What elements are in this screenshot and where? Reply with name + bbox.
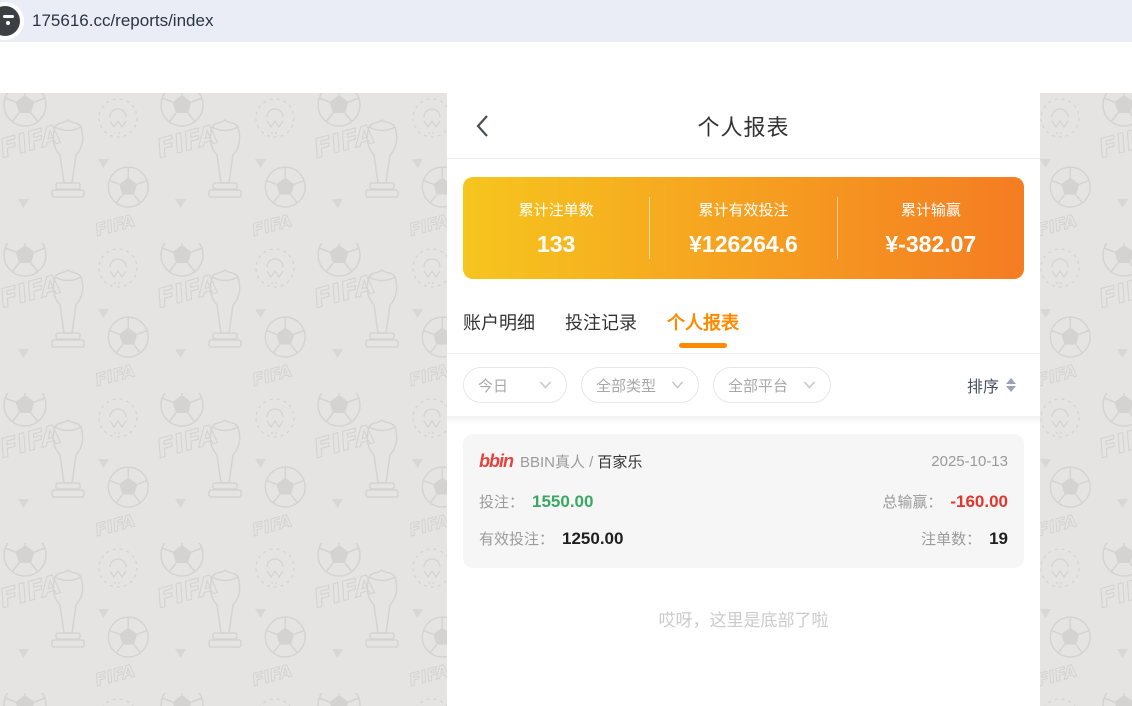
provider-name: BBIN真人 / [520,451,593,472]
bbin-logo-icon: bbin [479,451,513,472]
filter-bar-shadow [447,416,1040,425]
valid-bet-value: 1250.00 [562,529,623,549]
platform-filter-dropdown[interactable]: 全部平台 [713,367,831,403]
report-record-row[interactable]: bbin BBIN真人 / 百家乐 2025-10-13 投注： 1550.00… [463,434,1024,568]
end-of-list-message: 哎呀，这里是底部了啦 [447,606,1040,631]
report-panel: 个人报表 累计注单数 133 累计有效投注 ¥126264.6 累计输赢 ¥-3… [447,93,1040,706]
bet-count-label: 注单数： [921,528,981,549]
type-filter-value: 全部类型 [596,375,656,396]
summary-item: 累计有效投注 ¥126264.6 [650,177,836,279]
summary-card: 累计注单数 133 累计有效投注 ¥126264.6 累计输赢 ¥-382.07 [463,177,1024,279]
page-top-strip [0,42,1132,93]
bet-value: 1550.00 [532,492,593,512]
summary-item: 累计输赢 ¥-382.07 [838,177,1024,279]
browser-address-bar[interactable]: 175616.cc/reports/index [0,0,1132,42]
tab-bar: 账户明细 投注记录 个人报表 [447,309,1040,354]
summary-item: 累计注单数 133 [463,177,649,279]
summary-label: 累计输赢 [901,199,961,220]
date-filter-dropdown[interactable]: 今日 [463,367,567,403]
bet-count-value: 19 [989,529,1008,549]
summary-label: 累计注单数 [519,199,594,220]
summary-value: ¥-382.07 [885,231,976,258]
page-title: 个人报表 [697,110,789,142]
sort-icon [1006,378,1016,392]
summary-label: 累计有效投注 [698,199,788,220]
sort-label: 排序 [967,373,999,397]
summary-value: ¥126264.6 [689,231,798,258]
sort-button[interactable]: 排序 [967,373,1016,397]
chevron-down-icon [803,381,816,389]
date-filter-value: 今日 [478,375,508,396]
chevron-down-icon [539,381,552,389]
win-loss-value: -160.00 [950,492,1008,512]
site-favicon-icon [0,2,24,40]
tab-account-detail[interactable]: 账户明细 [463,309,535,353]
record-date: 2025-10-13 [931,453,1008,470]
back-icon[interactable] [475,113,493,139]
summary-value: 133 [537,231,575,258]
chevron-down-icon [671,381,684,389]
filter-bar: 今日 全部类型 全部平台 排序 [447,354,1040,416]
tab-personal-report[interactable]: 个人报表 [667,309,739,353]
type-filter-dropdown[interactable]: 全部类型 [581,367,699,403]
panel-header: 个人报表 [447,93,1040,159]
platform-filter-value: 全部平台 [728,375,788,396]
tab-bet-records[interactable]: 投注记录 [565,309,637,353]
valid-bet-label: 有效投注： [479,528,554,549]
url-text[interactable]: 175616.cc/reports/index [32,11,213,31]
bet-label: 投注： [479,491,524,512]
win-loss-label: 总输赢： [882,491,942,512]
screen: 175616.cc/reports/index [0,0,1132,706]
game-name: 百家乐 [597,451,642,472]
